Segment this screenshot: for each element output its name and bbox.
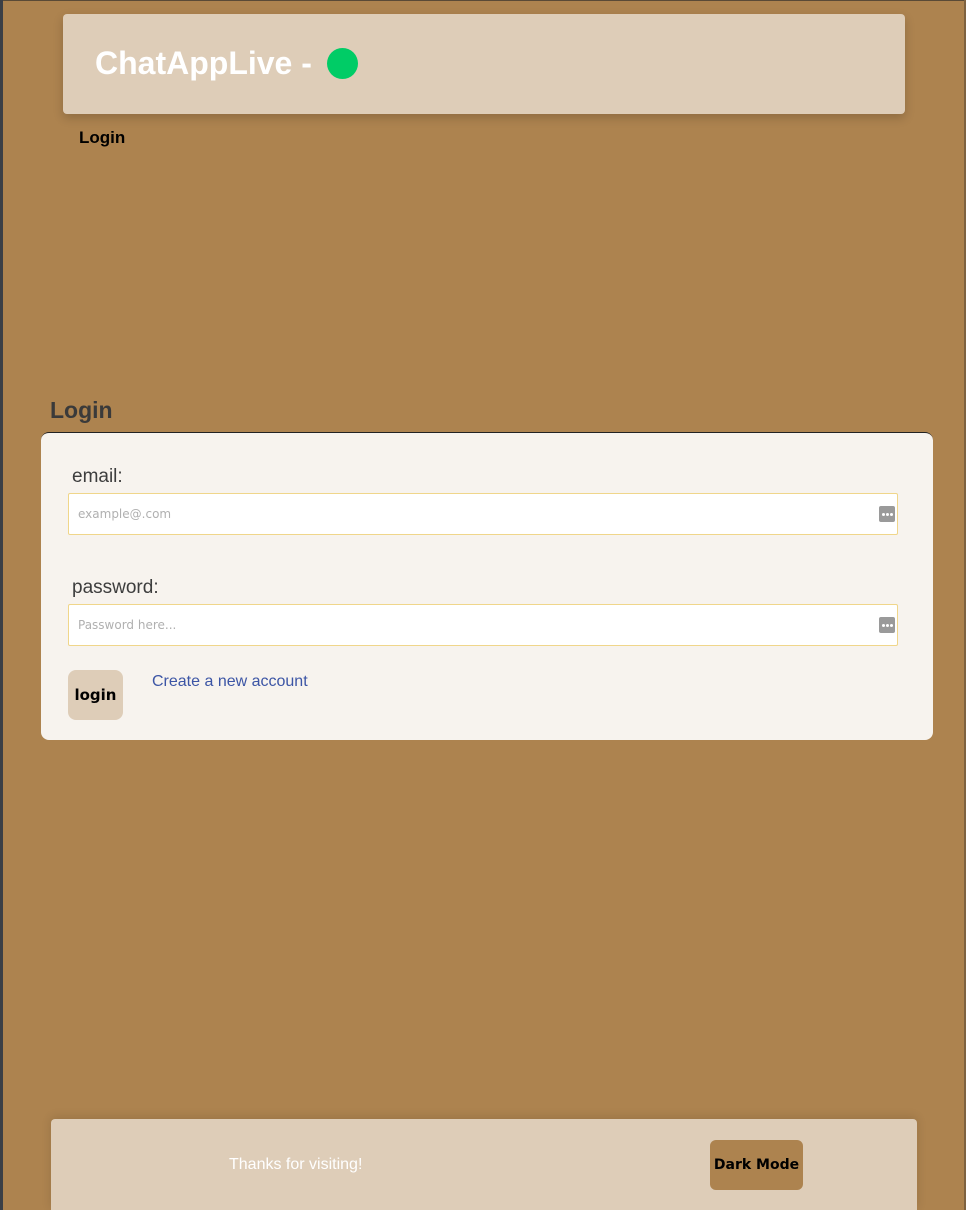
window-top-edge — [0, 0, 966, 1]
email-label: email: — [72, 466, 123, 487]
login-section-title: Login — [50, 397, 113, 423]
create-account-link[interactable]: Create a new account — [152, 673, 308, 691]
app-title: ChatAppLive - — [95, 45, 312, 81]
online-status-indicator — [327, 48, 358, 79]
login-button[interactable]: login — [68, 670, 123, 720]
dark-mode-toggle-button[interactable]: Dark Mode — [710, 1140, 803, 1190]
app-footer: Thanks for visiting! Dark Mode — [51, 1119, 917, 1210]
password-label: password: — [72, 577, 159, 598]
email-input[interactable] — [69, 494, 869, 534]
nav-login-link[interactable]: Login — [79, 128, 125, 148]
login-form: email: password: login Create a new acco… — [41, 432, 933, 740]
window-left-edge — [0, 0, 3, 1210]
password-field-wrapper — [68, 604, 898, 646]
password-input[interactable] — [69, 605, 869, 645]
email-field-wrapper — [68, 493, 898, 535]
autofill-dots-icon[interactable] — [879, 617, 895, 633]
app-header: ChatAppLive - — [63, 14, 905, 114]
footer-message: Thanks for visiting! — [229, 1156, 363, 1173]
autofill-dots-icon[interactable] — [879, 506, 895, 522]
